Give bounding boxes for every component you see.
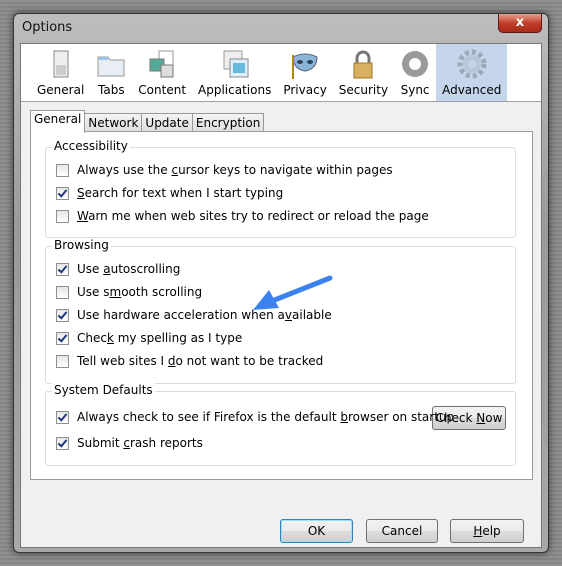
toolbar-privacy[interactable]: Privacy — [277, 44, 332, 101]
checkbox[interactable] — [56, 163, 69, 177]
group-title: Browsing — [52, 238, 111, 252]
checkbox-label: Use autoscrolling — [77, 262, 181, 276]
toolbar-label: Privacy — [283, 83, 327, 97]
toolbar-label: Security — [338, 83, 389, 97]
group-title: Accessibility — [52, 139, 130, 153]
category-toolbar: General Tabs Content Applications Privacy Sec… — [21, 44, 541, 102]
toolbar-label: Applications — [198, 83, 272, 97]
checkbox[interactable] — [56, 285, 69, 299]
mask-icon — [290, 49, 320, 79]
ok-button[interactable]: OK — [280, 519, 353, 543]
window-title: Options — [22, 20, 73, 35]
toolbar-security[interactable]: Security — [333, 44, 394, 101]
tab-network[interactable]: Network — [84, 113, 143, 133]
group-browsing: Browsing Use autoscrolling Use smooth scro… — [45, 238, 516, 384]
checkbox-row[interactable]: Always check to see if Firefox is the de… — [56, 410, 454, 424]
checkbox-label: Always check to see if Firefox is the de… — [77, 410, 455, 424]
checkbox-label: Always use the cursor keys to navigate w… — [77, 163, 393, 177]
sync-icon — [400, 49, 430, 79]
toolbar-label: Advanced — [442, 83, 502, 97]
general-switch-icon — [46, 49, 76, 79]
checkbox[interactable] — [56, 308, 69, 322]
toolbar-label: General — [37, 83, 85, 97]
checkbox-row[interactable]: Always use the cursor keys to navigate w… — [56, 163, 393, 177]
checkbox-row[interactable]: Submit crash reports — [56, 436, 203, 450]
checkbox[interactable] — [56, 436, 69, 450]
checkbox-row[interactable]: Check my spelling as I type — [56, 331, 242, 345]
checkbox[interactable] — [56, 262, 69, 276]
group-title: System Defaults — [52, 383, 155, 397]
checkbox-label: Tell web sites I do not want to be track… — [77, 354, 324, 368]
label: elp — [482, 524, 501, 538]
toolbar-applications[interactable]: Applications — [192, 44, 277, 101]
tab-general[interactable]: General — [30, 110, 86, 133]
content-page-icon — [147, 49, 177, 79]
checkbox[interactable] — [56, 209, 69, 223]
checkbox[interactable] — [56, 410, 69, 424]
gear-icon — [457, 49, 487, 79]
checkbox-label: Submit crash reports — [77, 436, 203, 450]
toolbar-label: Sync — [400, 83, 430, 97]
checkbox-label: Use smooth scrolling — [77, 285, 203, 299]
folder-tabs-icon — [96, 49, 126, 79]
toolbar-general[interactable]: General — [31, 44, 90, 101]
tab-strip: General Network Update Encryption — [30, 110, 265, 133]
group-accessibility: Accessibility Always use the cursor keys … — [45, 139, 516, 238]
checkbox[interactable] — [56, 186, 69, 200]
applications-icon — [220, 49, 250, 79]
checkbox-label: Check my spelling as I type — [77, 331, 243, 345]
toolbar-label: Tabs — [98, 83, 125, 97]
padlock-icon — [348, 49, 378, 79]
group-system-defaults: System Defaults Always check to see if Fi… — [45, 383, 516, 466]
checkbox-row[interactable]: Use smooth scrolling — [56, 285, 202, 299]
checkbox-row[interactable]: Search for text when I start typing — [56, 186, 283, 200]
tab-update[interactable]: Update — [141, 113, 193, 133]
toolbar-label: Content — [138, 83, 187, 97]
checkbox-row[interactable]: Tell web sites I do not want to be track… — [56, 354, 323, 368]
checkbox-label: Search for text when I start typing — [77, 186, 284, 200]
toolbar-advanced[interactable]: Advanced — [436, 44, 508, 101]
accel-key: H — [473, 524, 483, 538]
checkbox-row[interactable]: Warn me when web sites try to redirect o… — [56, 209, 429, 223]
close-button[interactable]: x — [498, 14, 542, 33]
checkbox-label: Warn me when web sites try to redirect o… — [77, 209, 429, 223]
checkbox[interactable] — [56, 331, 69, 345]
checkbox[interactable] — [56, 354, 69, 368]
annotation-arrow — [253, 275, 333, 310]
checkbox-row[interactable]: Use autoscrolling — [56, 262, 180, 276]
help-button[interactable]: Help — [450, 519, 524, 543]
toolbar-sync[interactable]: Sync — [394, 44, 436, 101]
cancel-button[interactable]: Cancel — [366, 519, 438, 543]
tab-encryption[interactable]: Encryption — [191, 113, 265, 133]
toolbar-tabs[interactable]: Tabs — [90, 44, 132, 101]
toolbar-content[interactable]: Content — [132, 44, 192, 101]
